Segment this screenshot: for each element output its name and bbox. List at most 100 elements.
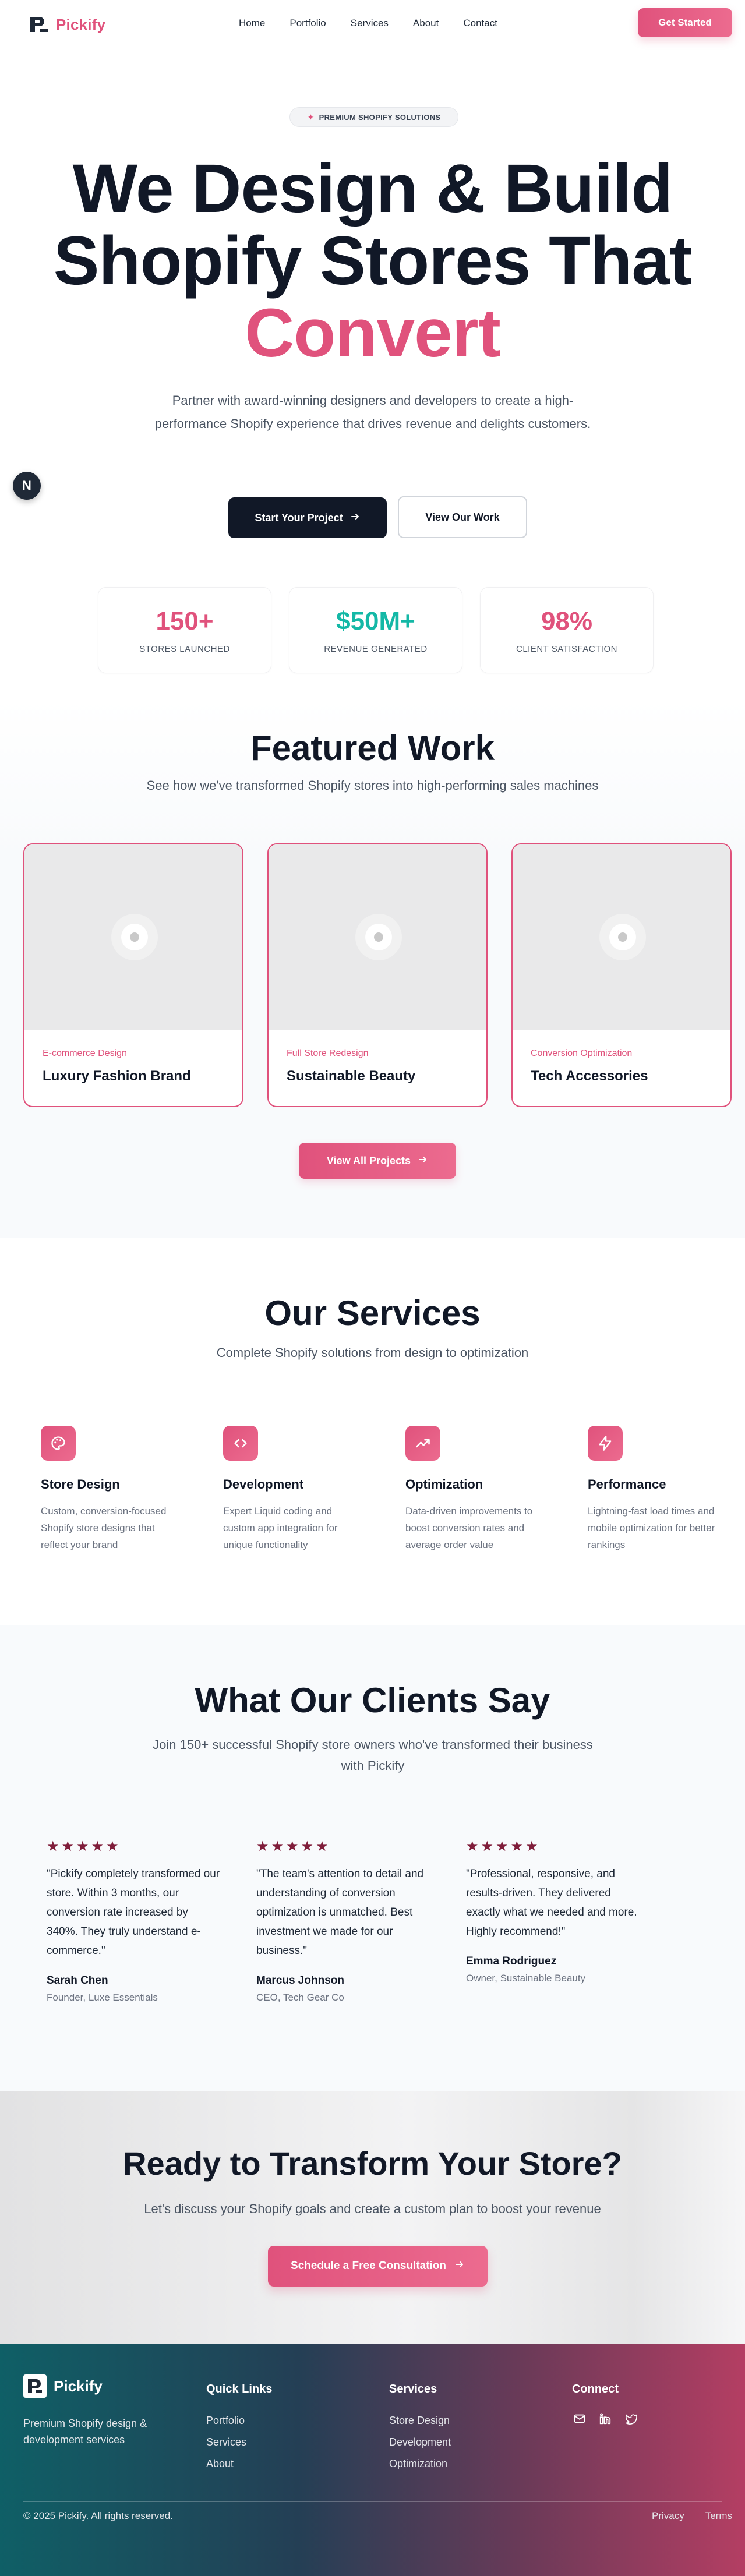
mail-icon[interactable] xyxy=(572,2411,587,2426)
get-started-button[interactable]: Get Started xyxy=(638,8,732,37)
project-category: E-commerce Design xyxy=(43,1048,127,1058)
service-title: Development xyxy=(223,1477,304,1492)
page: Pickify Home Portfolio Services About Co… xyxy=(0,0,745,2576)
cta-title: Ready to Transform Your Store? xyxy=(123,2145,622,2182)
nav-link-contact[interactable]: Contact xyxy=(463,17,497,29)
project-name: Tech Accessories xyxy=(531,1068,648,1084)
hero-subtitle: Partner with award-winning designers and… xyxy=(154,393,591,431)
testimonials-subtitle: Join 150+ successful Shopify store owner… xyxy=(153,1737,593,1773)
star-rating-icon: ★★★★★ xyxy=(47,1839,121,1854)
palette-icon xyxy=(41,1426,76,1461)
start-project-button[interactable]: Start Your Project xyxy=(228,497,387,538)
service-card: Development Expert Liquid coding and cus… xyxy=(223,1426,354,1553)
hero-title: We Design & Build Shopify Stores That Co… xyxy=(0,153,745,369)
hero-badge: ✦ PREMIUM SHOPIFY SOLUTIONS xyxy=(289,107,458,127)
footer-logo[interactable]: Pickify xyxy=(23,2374,103,2398)
footer-link-services[interactable]: Services xyxy=(206,2436,272,2448)
footer-connect: Connect xyxy=(572,2383,638,2426)
service-desc: Custom, conversion-focused Shopify store… xyxy=(41,1506,167,1550)
service-desc: Data-driven improvements to boost conver… xyxy=(405,1506,533,1550)
testimonial-quote: "Professional, responsive, and results-d… xyxy=(466,1868,637,1938)
sparkle-icon: ✦ xyxy=(307,112,315,122)
project-image xyxy=(513,844,730,1030)
floating-badge[interactable]: N xyxy=(13,472,41,500)
copyright: © 2025 Pickify. All rights reserved. xyxy=(23,2510,173,2521)
project-card[interactable]: Full Store Redesign Sustainable Beauty xyxy=(267,843,488,1107)
services-grid: Store Design Custom, conversion-focused … xyxy=(41,1426,718,1553)
cta-subtitle: Let's discuss your Shopify goals and cre… xyxy=(144,2202,601,2216)
service-card: Performance Lightning-fast load times an… xyxy=(588,1426,718,1553)
social-links xyxy=(572,2411,638,2426)
testimonial-card: ★★★★★ "Pickify completely transformed ou… xyxy=(47,1838,221,2003)
footer-link-about[interactable]: About xyxy=(206,2458,272,2470)
stat-label: STORES LAUNCHED xyxy=(139,644,230,654)
image-placeholder-icon xyxy=(111,914,158,960)
footer-link-development[interactable]: Development xyxy=(389,2436,451,2448)
service-title: Store Design xyxy=(41,1477,120,1492)
footer-link-store-design[interactable]: Store Design xyxy=(389,2415,451,2427)
star-rating-icon: ★★★★★ xyxy=(466,1839,541,1854)
nav-link-about[interactable]: About xyxy=(413,17,439,29)
project-card[interactable]: E-commerce Design Luxury Fashion Brand xyxy=(23,843,243,1107)
testimonial-name: Marcus Johnson xyxy=(256,1974,344,1987)
project-category: Conversion Optimization xyxy=(531,1048,633,1058)
project-card[interactable]: Conversion Optimization Tech Accessories xyxy=(511,843,732,1107)
project-image xyxy=(269,844,486,1030)
view-work-button[interactable]: View Our Work xyxy=(398,496,527,538)
lightning-icon xyxy=(588,1426,623,1461)
footer-col-title: Quick Links xyxy=(206,2383,273,2395)
testimonial-role: CEO, Tech Gear Co xyxy=(256,1992,344,2003)
logo[interactable]: Pickify xyxy=(28,15,105,34)
hero-title-line1: We Design & Build xyxy=(72,150,673,227)
nav-link-portfolio[interactable]: Portfolio xyxy=(289,17,326,29)
footer: Pickify Premium Shopify design & develop… xyxy=(0,2344,745,2576)
trending-up-icon xyxy=(405,1426,440,1461)
schedule-consultation-button[interactable]: Schedule a Free Consultation xyxy=(268,2246,488,2287)
featured-subtitle: See how we've transformed Shopify stores… xyxy=(146,778,599,793)
nav-link-home[interactable]: Home xyxy=(239,17,265,29)
view-all-projects-label: View All Projects xyxy=(326,1154,411,1167)
stat-card: $50M+ REVENUE GENERATED xyxy=(289,587,462,673)
twitter-icon[interactable] xyxy=(623,2411,638,2426)
arrow-right-icon xyxy=(454,2259,465,2273)
testimonial-card: ★★★★★ "Professional, responsive, and res… xyxy=(466,1838,641,2003)
project-name: Luxury Fashion Brand xyxy=(43,1068,191,1084)
privacy-link[interactable]: Privacy xyxy=(652,2510,684,2522)
image-placeholder-icon xyxy=(355,914,402,960)
schedule-consultation-label: Schedule a Free Consultation xyxy=(290,2260,447,2272)
testimonial-name: Sarah Chen xyxy=(47,1974,108,1987)
nav-link-services[interactable]: Services xyxy=(351,17,389,29)
nav-links: Home Portfolio Services About Contact xyxy=(239,17,497,29)
terms-link[interactable]: Terms xyxy=(705,2510,732,2522)
project-grid: E-commerce Design Luxury Fashion Brand F… xyxy=(23,843,732,1107)
services-title: Our Services xyxy=(264,1294,481,1333)
stat-card: 150+ STORES LAUNCHED xyxy=(98,587,271,673)
testimonial-role: Owner, Sustainable Beauty xyxy=(466,1973,586,1984)
image-placeholder-icon xyxy=(599,914,646,960)
linkedin-icon[interactable] xyxy=(598,2411,613,2426)
star-rating-icon: ★★★★★ xyxy=(256,1839,331,1854)
footer-quick-links: Quick Links Portfolio Services About xyxy=(206,2383,272,2470)
testimonial-grid: ★★★★★ "Pickify completely transformed ou… xyxy=(47,1838,641,2003)
project-name: Sustainable Beauty xyxy=(287,1068,416,1084)
top-nav: Pickify Home Portfolio Services About Co… xyxy=(0,0,745,48)
code-icon xyxy=(223,1426,258,1461)
view-all-projects-button[interactable]: View All Projects xyxy=(299,1143,456,1179)
logo-mark-icon xyxy=(28,15,49,34)
service-title: Optimization xyxy=(405,1477,483,1492)
footer-divider xyxy=(23,2501,722,2502)
start-project-label: Start Your Project xyxy=(255,511,343,524)
logo-mark-icon xyxy=(23,2374,47,2398)
arrow-right-icon xyxy=(350,511,361,525)
footer-link-portfolio[interactable]: Portfolio xyxy=(206,2415,272,2427)
services-subtitle: Complete Shopify solutions from design t… xyxy=(216,1345,529,1360)
footer-services: Services Store Design Development Optimi… xyxy=(389,2383,451,2470)
stat-value: $50M+ xyxy=(336,606,415,635)
stat-label: REVENUE GENERATED xyxy=(324,644,428,654)
footer-col-title: Connect xyxy=(572,2383,619,2395)
stats-row: 150+ STORES LAUNCHED $50M+ REVENUE GENER… xyxy=(98,587,654,673)
legal-links: Privacy Terms xyxy=(652,2510,732,2522)
testimonial-quote: "Pickify completely transformed our stor… xyxy=(47,1868,220,1957)
project-image xyxy=(24,844,242,1030)
footer-link-optimization[interactable]: Optimization xyxy=(389,2458,451,2470)
